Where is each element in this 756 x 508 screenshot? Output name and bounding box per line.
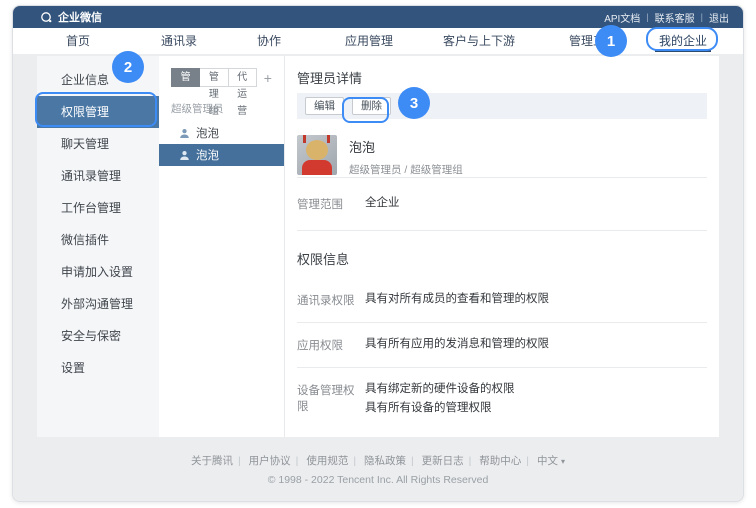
sidebar-item-wechat-plugin[interactable]: 微信插件 <box>37 224 159 256</box>
divider <box>297 230 707 231</box>
copyright: © 1998 - 2022 Tencent Inc. All Rights Re… <box>13 474 743 486</box>
row-label: 通讯录权限 <box>297 292 365 308</box>
person-icon <box>179 150 190 161</box>
row-value: 具有绑定新的硬件设备的权限 <box>365 382 515 397</box>
avatar-detail <box>302 160 332 175</box>
row-label: 设备管理权限 <box>297 382 365 419</box>
device-permission-row: 设备管理权限 具有绑定新的硬件设备的权限 具有所有设备的管理权限 <box>297 368 707 433</box>
page-footer: 关于腾讯| 用户协议| 使用规范| 隐私政策| 更新日志| 帮助中心| 中文▾ … <box>13 437 743 486</box>
separator: | <box>411 455 414 467</box>
footer-link-about[interactable]: 关于腾讯 <box>191 455 233 467</box>
admin-name: 泡泡 <box>196 125 219 141</box>
avatar-detail <box>303 135 306 143</box>
admin-role: 超级管理员 / 超级管理组 <box>349 162 463 177</box>
add-admin-button plus-icon[interactable]: + <box>264 71 272 85</box>
screenshot-root: 企业微信 API文档 | 联系客服 | 退出 首页 通讯录 协作 应用管理 客户… <box>0 0 756 508</box>
detail-toolbar: 编辑 删除 <box>297 93 707 119</box>
brand-logo-icon <box>40 11 53 24</box>
tab-admin-groups[interactable]: 管理组 <box>200 68 228 87</box>
tab-admins[interactable]: 管理员 <box>171 68 200 87</box>
topbar-link-api-docs[interactable]: API文档 <box>604 10 640 25</box>
avatar-detail <box>327 135 330 143</box>
contacts-permission-row: 通讯录权限 具有对所有成员的查看和管理的权限 <box>297 278 707 322</box>
row-value: 全企业 <box>365 196 400 211</box>
permissions-section-title: 权限信息 <box>297 249 707 268</box>
row-value: 具有所有设备的管理权限 <box>365 397 515 419</box>
content-card: 企业信息 权限管理 聊天管理 通讯录管理 工作台管理 微信插件 申请加入设置 外… <box>37 56 719 437</box>
footer-link-privacy[interactable]: 隐私政策 <box>364 455 406 467</box>
caret-down-icon: ▾ <box>561 457 565 466</box>
main-nav: 首页 通讯录 协作 应用管理 客户与上下游 管理工具 我的企业 <box>13 28 743 54</box>
footer-links: 关于腾讯 | 用户协议 | 使用规范 | 隐私政策 | 更新日志 | 帮助中心 | 中文▾ <box>13 453 743 468</box>
admin-list-item[interactable]: 泡泡 <box>159 122 284 144</box>
topbar-link-support[interactable]: 联系客服 <box>655 10 695 25</box>
sidebar-item-settings[interactable]: 设置 <box>37 352 159 384</box>
separator: | <box>701 12 703 22</box>
nav-contacts[interactable]: 通讯录 <box>161 28 197 54</box>
separator: | <box>238 455 241 467</box>
delete-button[interactable]: 删除 <box>352 97 391 115</box>
separator: | <box>526 455 529 467</box>
sidebar-item-workbench[interactable]: 工作台管理 <box>37 192 159 224</box>
sidebar-item-security[interactable]: 安全与保密 <box>37 320 159 352</box>
footer-link-terms[interactable]: 用户协议 <box>249 455 291 467</box>
page-body: 企业信息 权限管理 聊天管理 通讯录管理 工作台管理 微信插件 申请加入设置 外… <box>13 56 743 502</box>
row-value: 具有对所有成员的查看和管理的权限 <box>365 292 549 307</box>
admin-list-panel: 管理员 管理组 代运营 + 超级管理员 <box>159 56 285 437</box>
language-selector[interactable]: 中文 <box>537 455 558 467</box>
annotation-step-2: 2 <box>112 51 144 83</box>
footer-link-changelog[interactable]: 更新日志 <box>422 455 464 467</box>
admin-list-item-selected[interactable]: 泡泡 <box>159 144 284 166</box>
settings-sidebar: 企业信息 权限管理 聊天管理 通讯录管理 工作台管理 微信插件 申请加入设置 外… <box>37 56 159 437</box>
topbar: 企业微信 API文档 | 联系客服 | 退出 <box>13 6 743 28</box>
footer-link-help[interactable]: 帮助中心 <box>479 455 521 467</box>
separator: | <box>296 455 299 467</box>
sidebar-item-chat-mgmt[interactable]: 聊天管理 <box>37 128 159 160</box>
scope-row: 管理范围 全企业 <box>297 178 707 230</box>
sidebar-item-contacts-mgmt[interactable]: 通讯录管理 <box>37 160 159 192</box>
admin-member-list: 泡泡 泡泡 <box>159 122 284 166</box>
app-permission-row: 应用权限 具有所有应用的发消息和管理的权限 <box>297 323 707 367</box>
avatar-detail <box>306 140 328 160</box>
brand-name: 企业微信 <box>58 9 102 25</box>
sidebar-item-join-settings[interactable]: 申请加入设置 <box>37 256 159 288</box>
admin-type-tabs: 管理员 管理组 代运营 + <box>171 68 272 87</box>
separator: | <box>469 455 472 467</box>
panel-title: 管理员详情 <box>297 70 707 87</box>
admin-detail-panel: 管理员详情 编辑 删除 泡泡 <box>285 56 719 437</box>
edit-button[interactable]: 编辑 <box>305 97 344 115</box>
nav-customers[interactable]: 客户与上下游 <box>443 28 515 54</box>
admin-group-label: 超级管理员 <box>171 101 272 116</box>
nav-apps[interactable]: 应用管理 <box>345 28 393 54</box>
avatar <box>297 135 337 175</box>
admin-profile: 泡泡 超级管理员 / 超级管理组 <box>297 135 707 177</box>
annotation-step-3: 3 <box>398 87 430 119</box>
row-value: 具有所有应用的发消息和管理的权限 <box>365 337 549 352</box>
active-nav-underline <box>655 50 711 52</box>
row-label: 管理范围 <box>297 196 365 212</box>
topbar-link-logout[interactable]: 退出 <box>709 10 729 25</box>
topbar-links: API文档 | 联系客服 | 退出 <box>604 6 729 28</box>
row-label: 应用权限 <box>297 337 365 353</box>
admin-display-name: 泡泡 <box>349 137 463 156</box>
separator: | <box>353 455 356 467</box>
brand[interactable]: 企业微信 <box>40 9 102 25</box>
person-icon <box>179 128 190 139</box>
sidebar-item-external-comm[interactable]: 外部沟通管理 <box>37 288 159 320</box>
sidebar-item-permissions[interactable]: 权限管理 <box>37 96 159 128</box>
nav-home[interactable]: 首页 <box>66 28 90 54</box>
separator: | <box>646 12 648 22</box>
annotation-step-1: 1 <box>595 25 627 57</box>
footer-link-rules[interactable]: 使用规范 <box>306 455 348 467</box>
nav-collab[interactable]: 协作 <box>257 28 281 54</box>
admin-name: 泡泡 <box>196 147 219 163</box>
tab-agent-ops[interactable]: 代运营 <box>229 68 257 87</box>
